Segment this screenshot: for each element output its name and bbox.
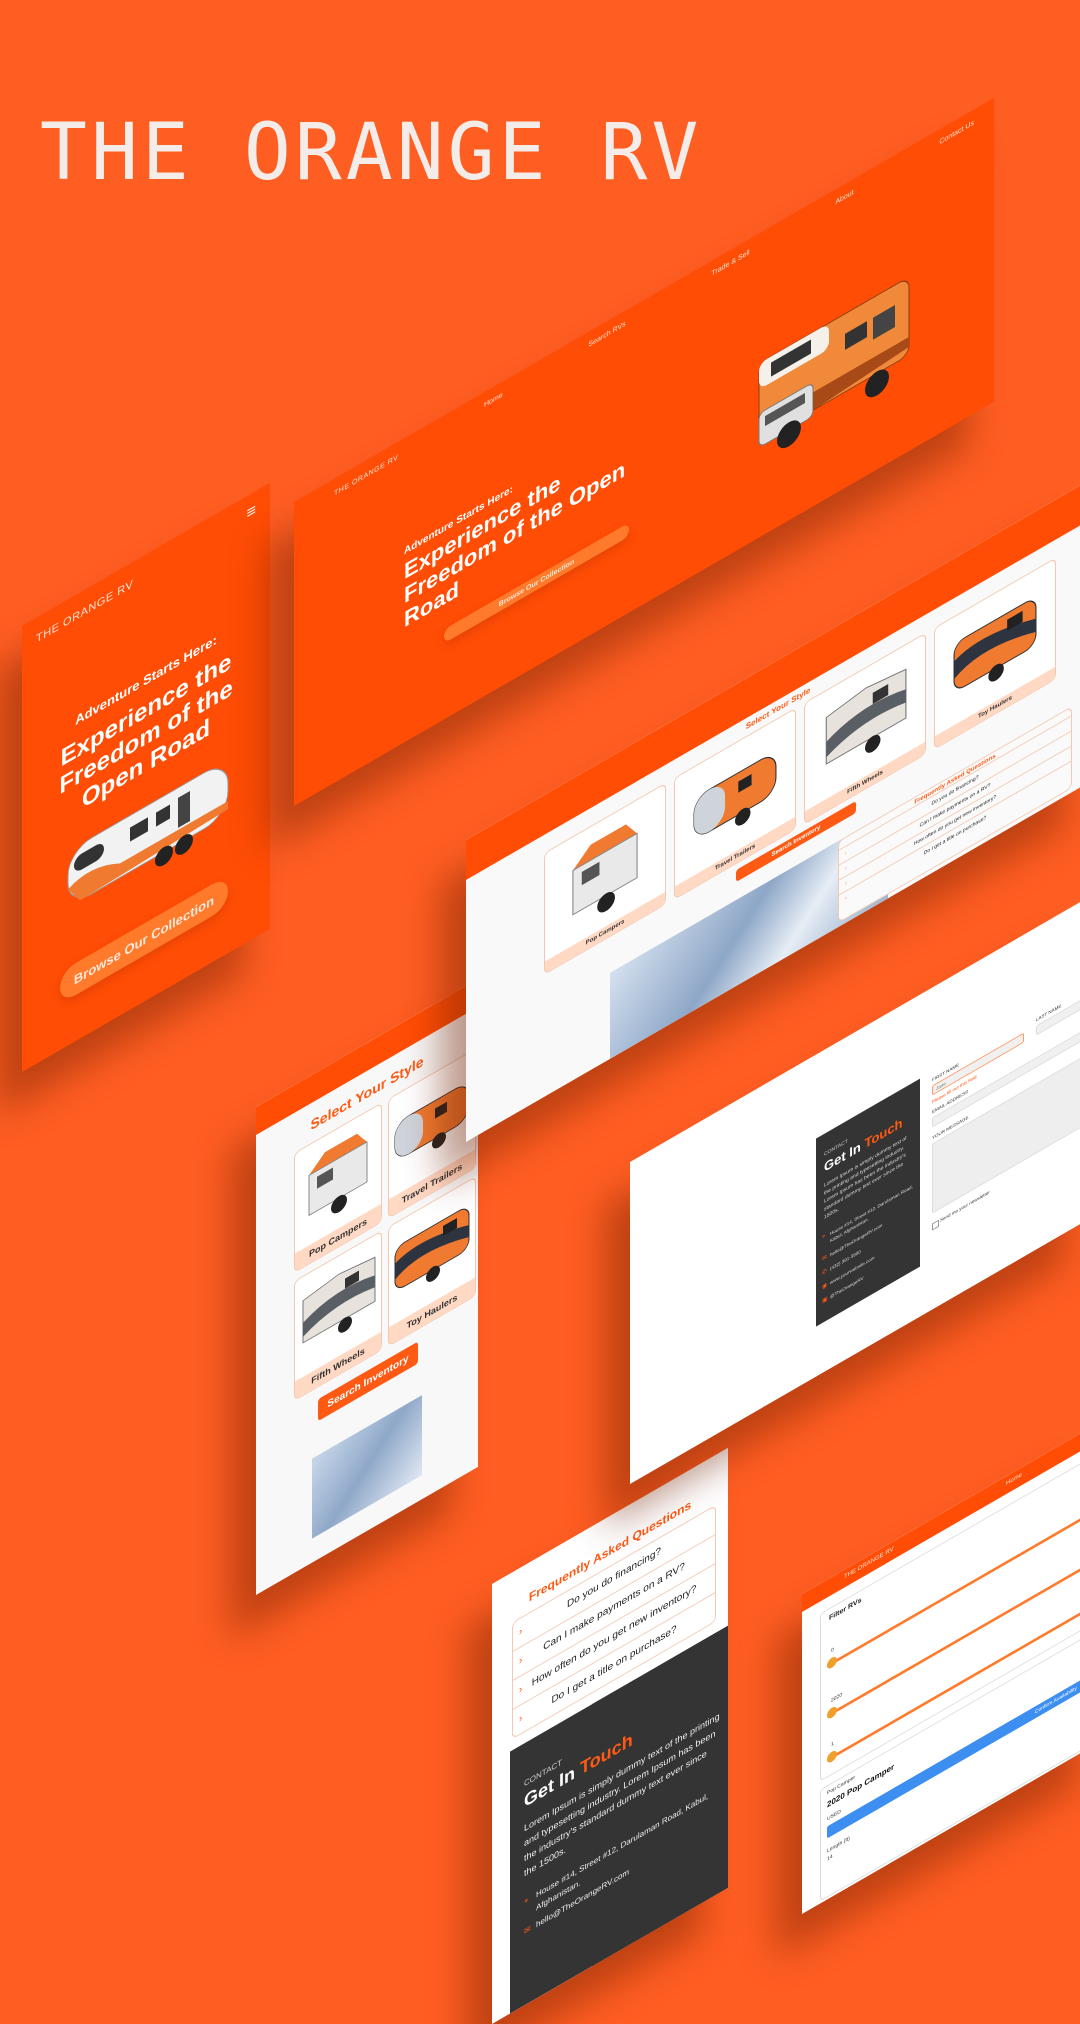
facebook-icon: ▣ xyxy=(822,1295,828,1306)
search-page-panel: THE ORANGE RV Home Filter RVs 0 2020 1 P… xyxy=(802,1420,1080,1914)
filter-slider-handle-2[interactable] xyxy=(827,1704,837,1721)
motorhome-image xyxy=(758,280,910,449)
mobile-hero-panel: THE ORANGE RV ≡ Adventure Starts Here: E… xyxy=(22,482,270,1072)
mobile-styles-panel: Select Your Style Pop Campers Travel Tra… xyxy=(256,978,478,1595)
chevron-right-icon: › xyxy=(845,895,847,903)
mobile-sky-image xyxy=(312,1395,422,1539)
nav-home[interactable]: Home xyxy=(484,392,503,410)
mail-icon: ✉ xyxy=(822,1254,828,1264)
filter-slider-handle-3[interactable] xyxy=(827,1748,837,1765)
nav-contact-us[interactable]: Contact Us xyxy=(939,119,974,146)
hamburger-icon[interactable]: ≡ xyxy=(247,501,256,524)
mobile-faq-panel: Frequently Asked Questions › Do you do f… xyxy=(492,1447,728,2024)
chevron-right-icon: › xyxy=(519,1683,523,1697)
location-pin-icon: ⌖ xyxy=(524,1894,529,1907)
search-nav-home[interactable]: Home xyxy=(1006,1472,1022,1487)
desktop-contact-info: CONTACT Get In Touch Lorem Ipsum is simp… xyxy=(816,1078,920,1327)
desktop-logo[interactable]: THE ORANGE RV xyxy=(334,454,398,498)
first-name-input[interactable] xyxy=(932,1032,1024,1096)
filter-value-3: 1 xyxy=(831,1740,834,1749)
globe-icon: ◉ xyxy=(822,1282,828,1292)
result-spec-value: 14 xyxy=(827,1853,833,1863)
location-pin-icon: ⌖ xyxy=(822,1233,826,1242)
nav-trade-sell[interactable]: Trade & Sell xyxy=(711,249,749,278)
filter-value-1: 0 xyxy=(831,1646,834,1655)
nav-search-rvs[interactable]: Search RVs xyxy=(588,321,625,349)
mobile-logo[interactable]: THE ORANGE RV xyxy=(36,578,133,646)
filter-value-2: 2020 xyxy=(831,1691,843,1705)
phone-icon: ✆ xyxy=(822,1268,828,1278)
mail-icon: ✉ xyxy=(524,1923,531,1937)
filter-slider-handle-1[interactable] xyxy=(827,1654,837,1671)
newsletter-checkbox[interactable] xyxy=(932,1219,939,1231)
chevron-right-icon: › xyxy=(519,1712,523,1726)
brand-title: THE ORANGE RV xyxy=(40,108,703,198)
nav-about[interactable]: About xyxy=(835,189,853,207)
chevron-right-icon: › xyxy=(519,1654,523,1668)
desktop-contact-form: FIRST NAME Please fill out this field LA… xyxy=(930,986,1080,1258)
filter-title: Filter RVs xyxy=(829,1596,862,1623)
chevron-right-icon: › xyxy=(519,1625,523,1639)
result-spec-label: Length (ft) xyxy=(827,1835,850,1855)
